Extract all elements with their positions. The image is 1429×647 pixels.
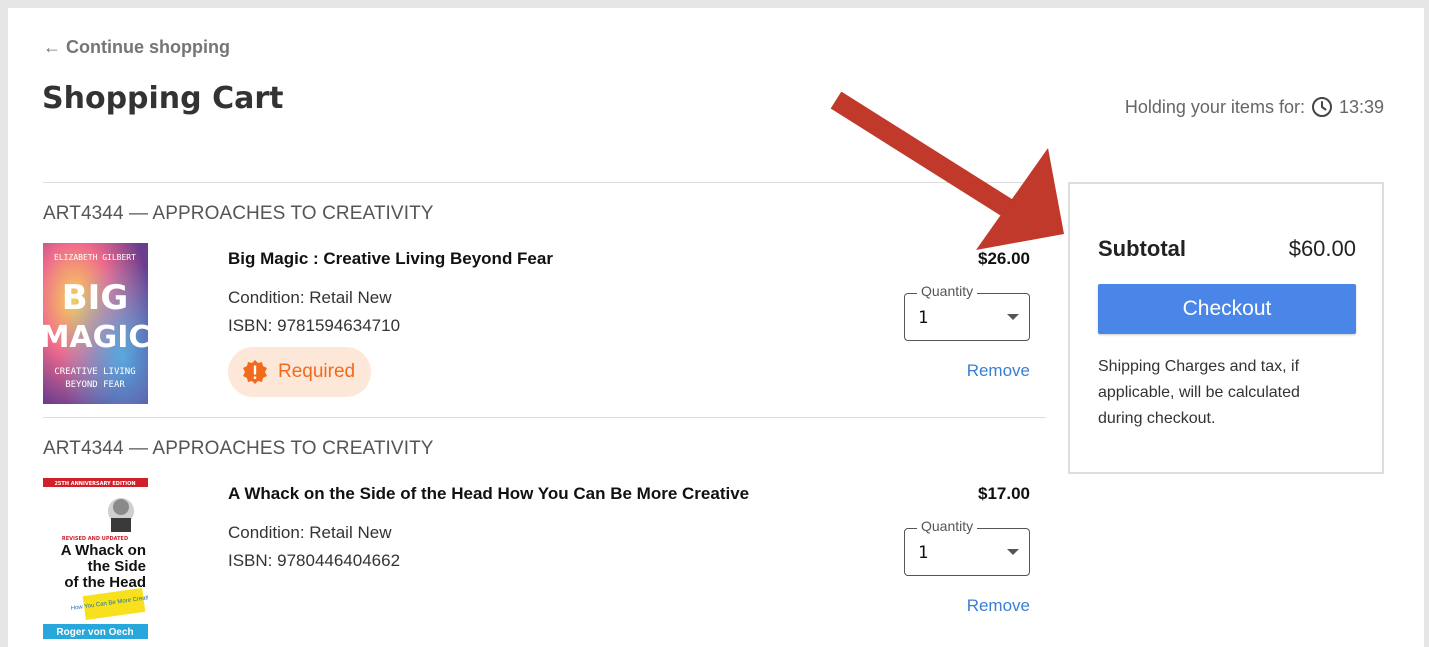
quantity-value: 1: [918, 308, 929, 328]
svg-text:of the Head: of the Head: [64, 574, 146, 591]
svg-text:Roger von Oech: Roger von Oech: [56, 627, 133, 638]
item-isbn: ISBN: 9780446404662: [228, 551, 401, 570]
svg-text:25TH ANNIVERSARY EDITION: 25TH ANNIVERSARY EDITION: [54, 481, 135, 487]
caret-down-icon: [1007, 549, 1019, 555]
continue-shopping-link[interactable]: ← Continue shopping: [43, 37, 230, 58]
remove-link[interactable]: Remove: [967, 596, 1030, 616]
quantity-label: Quantity: [917, 518, 978, 534]
required-badge: Required: [228, 347, 371, 397]
svg-text:the Side: the Side: [88, 558, 146, 575]
quantity-select[interactable]: Quantity 1: [904, 518, 1030, 576]
remove-link[interactable]: Remove: [967, 361, 1030, 381]
svg-text:BIG: BIG: [62, 278, 128, 318]
quantity-select[interactable]: Quantity 1: [904, 283, 1030, 341]
svg-text:ELIZABETH GILBERT: ELIZABETH GILBERT: [54, 253, 136, 262]
holding-label: Holding your items for:: [1124, 96, 1305, 117]
item-condition: Condition: Retail New: [228, 288, 392, 307]
svg-text:BEYOND FEAR: BEYOND FEAR: [65, 380, 125, 390]
item-title: Big Magic : Creative Living Beyond Fear: [228, 249, 553, 268]
item-price: $17.00: [978, 484, 1030, 503]
required-label: Required: [278, 361, 356, 382]
caret-down-icon: [1007, 314, 1019, 320]
shipping-note: Shipping Charges and tax, if applicable,…: [1098, 358, 1300, 427]
subtotal-label: Subtotal: [1098, 236, 1186, 261]
item-condition: Condition: Retail New: [228, 523, 392, 542]
holding-time: 13:39: [1338, 96, 1384, 117]
svg-text:MAGIC: MAGIC: [43, 320, 148, 355]
order-summary: Subtotal $60.00 Checkout Shipping Charge…: [1068, 182, 1384, 474]
subtotal-value: $60.00: [1288, 236, 1356, 261]
item-price: $26.00: [978, 249, 1030, 268]
page-title: Shopping Cart: [42, 81, 284, 116]
holding-timer: Holding your items for: 13:39: [1125, 96, 1384, 118]
course-heading: ART4344 — APPROACHES TO CREATIVITY: [43, 203, 434, 224]
svg-text:A Whack on: A Whack on: [61, 542, 146, 559]
cart-list: ART4344 — APPROACHES TO CREATIVITY ELIZA…: [43, 182, 1046, 647]
book-cover-whack: 25TH ANNIVERSARY EDITION REVISED AND UPD…: [43, 478, 148, 639]
cart-page: ← Continue shopping Shopping Cart Holdin…: [8, 8, 1424, 647]
clock-icon: [1311, 97, 1332, 117]
alert-badge-icon: [243, 360, 267, 384]
item-isbn: ISBN: 9781594634710: [228, 316, 401, 335]
svg-text:CREATIVE LIVING: CREATIVE LIVING: [54, 367, 135, 377]
checkout-button[interactable]: Checkout: [1098, 284, 1356, 334]
book-cover-big-magic: ELIZABETH GILBERT BIG MAGIC CREATIVE LIV…: [43, 243, 148, 404]
cart-item: ART4344 — APPROACHES TO CREATIVITY ELIZA…: [43, 183, 1046, 418]
quantity-value: 1: [918, 543, 929, 563]
cart-item: ART4344 — APPROACHES TO CREATIVITY 25TH …: [43, 418, 1046, 647]
course-heading: ART4344 — APPROACHES TO CREATIVITY: [43, 438, 434, 459]
item-title: A Whack on the Side of the Head How You …: [228, 484, 750, 503]
quantity-label: Quantity: [917, 283, 978, 299]
